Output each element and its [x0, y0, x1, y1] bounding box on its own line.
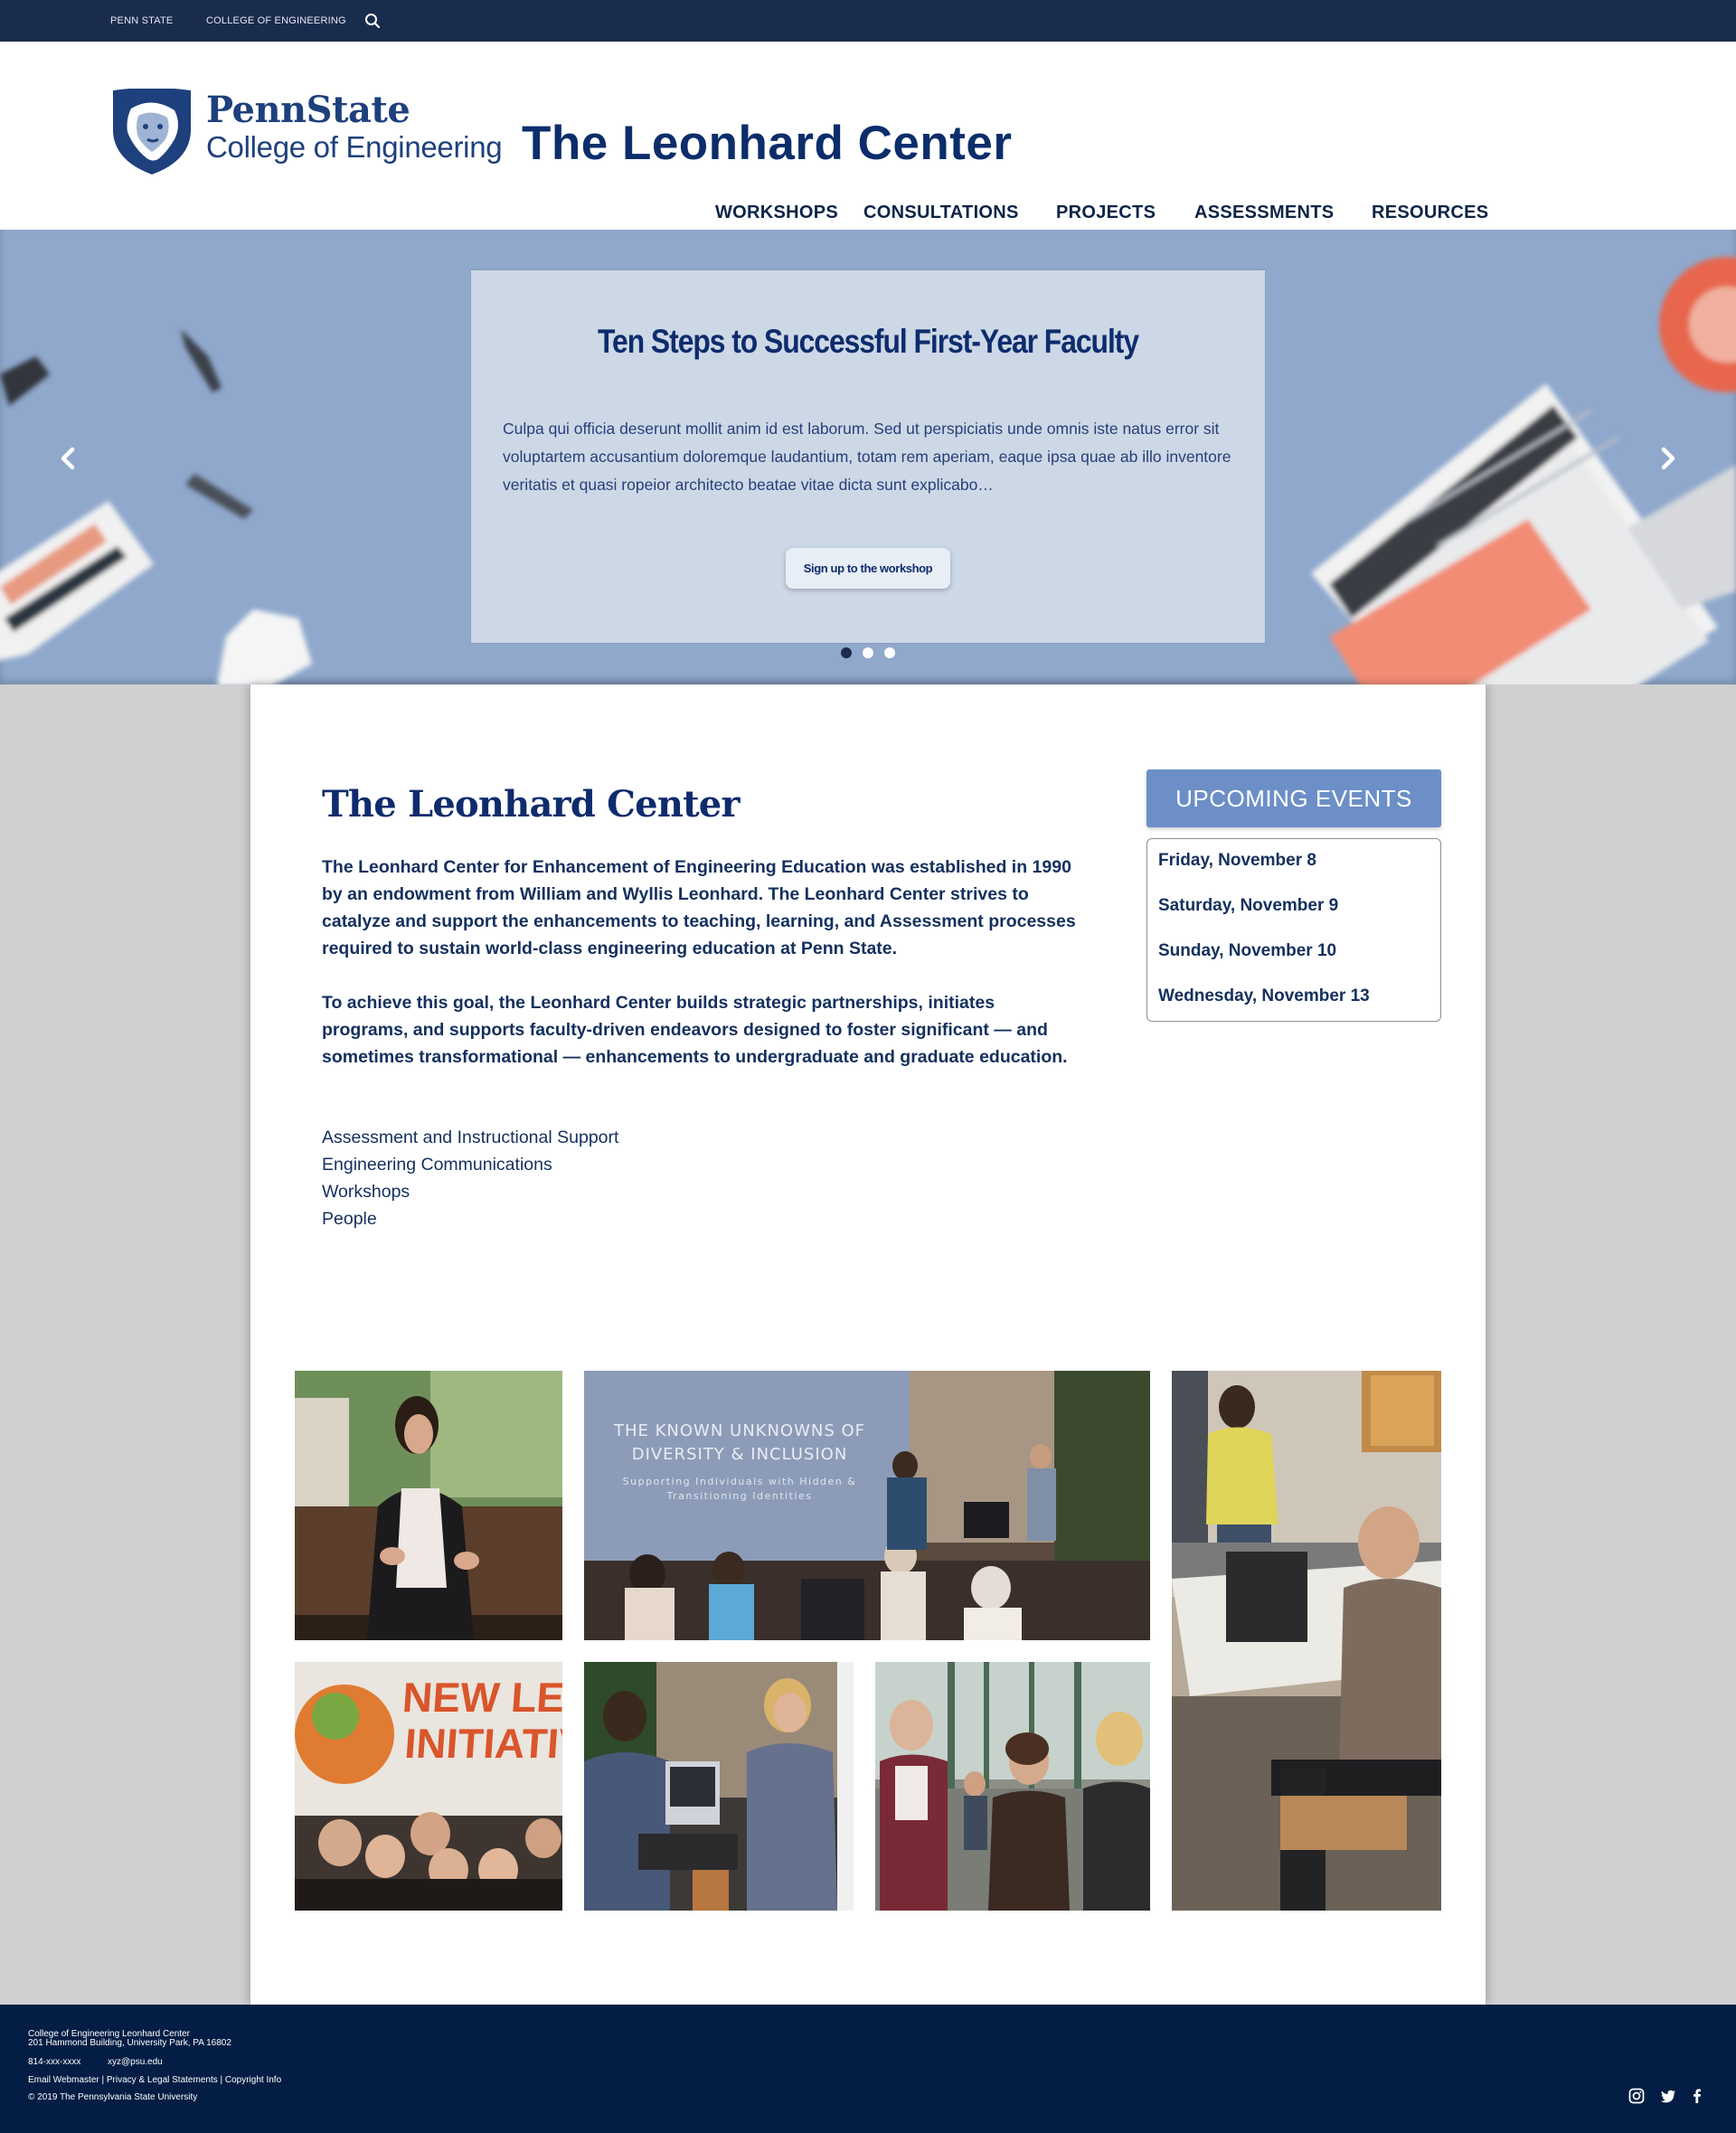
footer-links[interactable]: Email Webmaster | Privacy & Legal Statem…: [28, 2075, 281, 2086]
college-of-engineering-wordmark: College of Engineering: [206, 130, 503, 164]
gallery-photo-meeting[interactable]: [1172, 1371, 1441, 1911]
twitter-icon[interactable]: [1660, 2088, 1676, 2104]
section-title: The Leonhard Center: [322, 783, 741, 826]
signup-workshop-button[interactable]: Sign up to the workshop: [786, 548, 950, 589]
event-item[interactable]: Saturday, November 9: [1158, 896, 1338, 916]
nav-consultations[interactable]: CONSULTATIONS: [863, 203, 1019, 228]
gallery-photo-speaker[interactable]: [295, 1371, 562, 1640]
event-item[interactable]: Friday, November 8: [1158, 851, 1316, 871]
penn-state-link[interactable]: PENN STATE: [110, 15, 173, 26]
slide-subtitle-text-2: Transitioning Identities: [666, 1490, 813, 1502]
nav-projects[interactable]: PROJECTS: [1056, 203, 1156, 228]
hero-slide-title: Ten Steps to Successful First-Year Facul…: [598, 323, 1139, 360]
event-item[interactable]: Wednesday, November 13: [1158, 986, 1370, 1006]
upcoming-events-header: UPCOMING EVENTS: [1146, 769, 1441, 827]
gallery-photo-new-leaf[interactable]: NEW LEAF INITIATIVE: [295, 1662, 562, 1911]
link-workshops[interactable]: Workshops: [322, 1182, 410, 1203]
carousel-dot-1[interactable]: [841, 647, 852, 658]
chevron-left-icon[interactable]: [56, 445, 80, 472]
footer-address: 201 Hammond Building, University Park, P…: [28, 2038, 231, 2048]
chevron-right-icon[interactable]: [1656, 445, 1680, 472]
college-of-engineering-link[interactable]: COLLEGE OF ENGINEERING: [206, 15, 346, 26]
search-icon[interactable]: [364, 13, 381, 29]
link-people[interactable]: People: [322, 1209, 377, 1230]
gallery-photo-diversity-workshop[interactable]: THE KNOWN UNKNOWNS OF DIVERSITY & INCLUS…: [584, 1371, 1150, 1640]
intro-paragraph: The Leonhard Center for Enhancement of E…: [322, 857, 1076, 958]
hero-slide-card: Ten Steps to Successful First-Year Facul…: [470, 269, 1266, 644]
footer-email[interactable]: xyz@psu.edu: [108, 2057, 163, 2068]
instagram-icon[interactable]: [1628, 2088, 1645, 2104]
slide-subtitle-text: Supporting Individuals with Hidden &: [623, 1476, 857, 1487]
link-assessment-support[interactable]: Assessment and Instructional Support: [322, 1128, 618, 1148]
hero-slide-body: Culpa qui officia deserunt mollit anim i…: [503, 420, 1231, 494]
site-footer: College of Engineering Leonhard Center 2…: [0, 2005, 1736, 2133]
pennstate-wordmark: PennState: [206, 89, 410, 131]
banner-text-line1: NEW LEAF: [401, 1674, 562, 1721]
goal-paragraph: To achieve this goal, the Leonhard Cente…: [322, 993, 1068, 1067]
hero-carousel: Ten Steps to Successful First-Year Facul…: [0, 230, 1736, 684]
facebook-icon[interactable]: [1689, 2088, 1705, 2104]
nittany-lion-shield-icon[interactable]: [111, 89, 193, 175]
link-engineering-communications[interactable]: Engineering Communications: [322, 1155, 552, 1175]
gallery-photo-discussion[interactable]: [584, 1662, 854, 1911]
gallery-photo-atrium[interactable]: [875, 1662, 1150, 1911]
footer-phone[interactable]: 814-xxx-xxxx: [28, 2057, 80, 2068]
slide-title-text: THE KNOWN UNKNOWNS OF: [613, 1421, 865, 1440]
site-header: PennState College of Engineering The Leo…: [0, 42, 1736, 230]
site-title[interactable]: The Leonhard Center: [522, 116, 1013, 171]
carousel-dot-2[interactable]: [863, 647, 873, 658]
utility-bar: PENN STATE COLLEGE OF ENGINEERING: [0, 0, 1736, 42]
upcoming-events-list: Friday, November 8 Saturday, November 9 …: [1146, 838, 1441, 1022]
nav-workshops[interactable]: WORKSHOPS: [715, 203, 838, 228]
nav-assessments[interactable]: ASSESSMENTS: [1194, 203, 1334, 228]
nav-resources[interactable]: RESOURCES: [1372, 203, 1488, 228]
carousel-dot-3[interactable]: [884, 647, 895, 658]
event-item[interactable]: Sunday, November 10: [1158, 941, 1336, 961]
footer-copyright: © 2019 The Pennsylvania State University: [28, 2092, 198, 2102]
slide-title-text-2: DIVERSITY & INCLUSION: [632, 1445, 848, 1464]
banner-text-line2: INITIATIVE: [403, 1720, 562, 1767]
